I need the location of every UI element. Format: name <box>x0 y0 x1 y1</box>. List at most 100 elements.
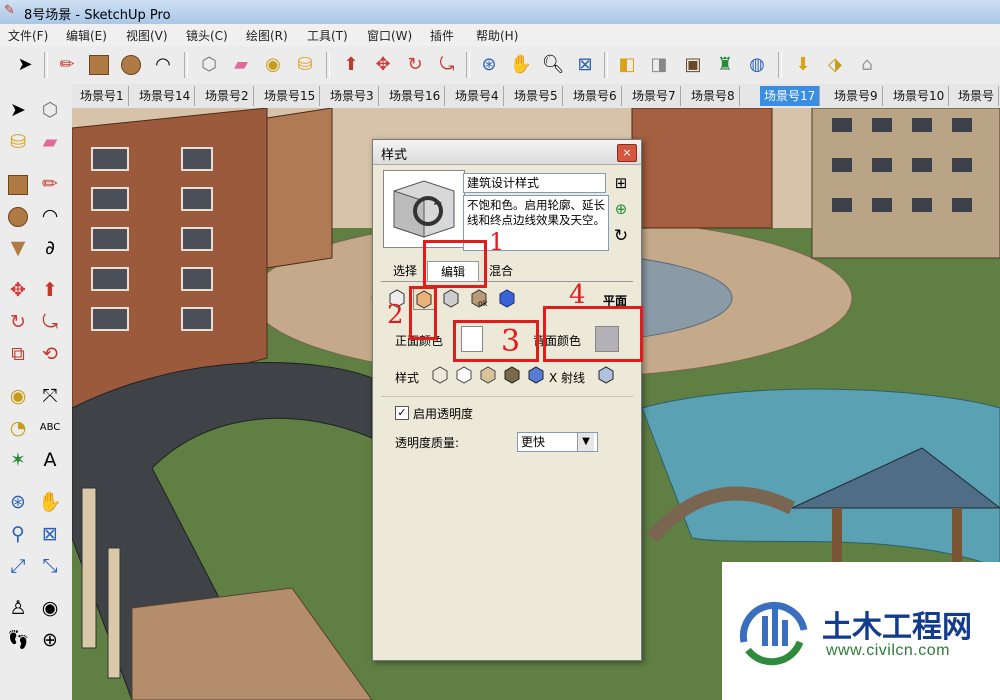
text-tool-icon[interactable]: ABC <box>36 414 64 442</box>
monochrome-style-icon[interactable] <box>527 366 545 384</box>
paint-bucket-icon[interactable]: ⛁ <box>292 52 318 78</box>
tape-measure-icon[interactable]: ◉ <box>4 382 32 410</box>
zoom-icon[interactable]: ⚲ <box>4 520 32 548</box>
make-component-icon[interactable]: ⬡ <box>196 52 222 78</box>
update-style-icon[interactable]: ⊕ <box>611 199 631 219</box>
eraser-icon[interactable]: ▰ <box>36 128 64 156</box>
background-settings-icon[interactable] <box>441 288 461 308</box>
menu-camera[interactable]: 镜头(C) <box>186 27 228 44</box>
create-style-icon[interactable]: ⊞ <box>611 173 631 193</box>
circle-tool-icon[interactable] <box>4 202 32 230</box>
chevron-down-icon[interactable]: ▼ <box>577 433 594 451</box>
3d-text-icon[interactable]: A <box>36 446 64 474</box>
pan-hand-icon[interactable]: ✋ <box>36 488 64 516</box>
scene-tab[interactable]: 场景号4 <box>451 86 504 106</box>
xray-toggle-icon[interactable] <box>597 366 615 384</box>
scale-tool-icon[interactable]: ⧉ <box>4 340 32 368</box>
pencil-line-icon[interactable]: ✏ <box>36 170 64 198</box>
scene-tab[interactable]: 场景号2 <box>201 86 254 106</box>
circle-tool-icon[interactable] <box>118 52 144 78</box>
scene-tab[interactable]: 场景号5 <box>510 86 563 106</box>
scene-tab[interactable]: 场景号3 <box>326 86 379 106</box>
protractor-icon[interactable]: ◔ <box>4 414 32 442</box>
scene-tab[interactable]: 场景号 <box>954 86 1000 106</box>
scene-tab[interactable]: 场景号10 <box>889 86 950 106</box>
position-camera-icon[interactable]: ♙ <box>4 594 32 622</box>
section-plane-icon[interactable]: ⊕ <box>36 626 64 654</box>
tape-measure-icon[interactable]: ◉ <box>260 52 286 78</box>
previous-view-icon[interactable]: ⤡ <box>36 552 64 580</box>
refresh-style-icon[interactable]: ↻ <box>611 226 631 246</box>
scene-tab[interactable]: 场景号9 <box>830 86 883 106</box>
push-pull-icon[interactable]: ⬆ <box>338 52 364 78</box>
follow-me-icon[interactable]: ⤿ <box>434 52 460 78</box>
dialog-title-bar[interactable]: 样式 × <box>373 140 641 165</box>
zoom-window-icon[interactable]: ⊠ <box>36 520 64 548</box>
menu-view[interactable]: 视图(V) <box>126 27 168 44</box>
offset-tool-icon[interactable]: ⟲ <box>36 340 64 368</box>
look-around-icon[interactable]: ◉ <box>36 594 64 622</box>
freehand-tool-icon[interactable]: ∂ <box>36 234 64 262</box>
select-tool-icon[interactable]: ➤ <box>12 52 38 78</box>
style-name-field[interactable]: 建筑设计样式 <box>463 173 606 193</box>
scene-tab[interactable]: 场景号16 <box>385 86 446 106</box>
arc-tool-icon[interactable]: ◠ <box>36 202 64 230</box>
arc-tool-icon[interactable]: ◠ <box>150 52 176 78</box>
select-tool-icon[interactable]: ➤ <box>4 96 32 124</box>
3d-warehouse-icon[interactable]: ▣ <box>680 52 706 78</box>
scene-tab[interactable]: 场景号8 <box>687 86 740 106</box>
textured-style-icon[interactable] <box>503 366 521 384</box>
move-tool-icon[interactable]: ✥ <box>4 276 32 304</box>
rotate-tool-icon[interactable]: ↻ <box>402 52 428 78</box>
scene-tab[interactable]: 场景号1 <box>76 86 129 106</box>
pan-hand-icon[interactable]: ✋ <box>508 52 534 78</box>
scene-tab[interactable]: 场景号7 <box>628 86 681 106</box>
next-view-icon[interactable]: ◨ <box>646 52 672 78</box>
pencil-line-icon[interactable]: ✏ <box>54 52 80 78</box>
zoom-extents-icon[interactable]: ⤢ <box>4 552 32 580</box>
menu-help[interactable]: 帮助(H) <box>476 27 518 44</box>
scene-tab[interactable]: 场景号15 <box>260 86 321 106</box>
push-pull-icon[interactable]: ⬆ <box>36 276 64 304</box>
scene-tab-active[interactable]: 场景号17 <box>760 86 821 106</box>
menu-plugins[interactable]: 插件 <box>430 27 454 44</box>
move-tool-icon[interactable]: ✥ <box>370 52 396 78</box>
google-earth-icon[interactable]: ◍ <box>744 52 770 78</box>
shaded-style-icon[interactable] <box>479 366 497 384</box>
share-component-icon[interactable]: ⬗ <box>822 52 848 78</box>
wireframe-style-icon[interactable] <box>431 366 449 384</box>
watermark-settings-icon[interactable]: ok <box>469 288 489 308</box>
menu-edit[interactable]: 编辑(E) <box>66 27 107 44</box>
orbit-icon[interactable]: ⊛ <box>476 52 502 78</box>
tab-select[interactable]: 选择 <box>385 261 425 281</box>
previous-view-icon[interactable]: ◧ <box>614 52 640 78</box>
rotate-tool-icon[interactable]: ↻ <box>4 308 32 336</box>
walk-tool-icon[interactable]: 👣︎ <box>4 626 32 654</box>
left-toolbar: ➤ ⬡ ⛁ ▰ ✏ ◠ ▼ ∂ ✥ ⬆ ↻ ⤿ ⧉ ⟲ ◉ ⤧ ◔ ABC ✶ … <box>0 84 73 700</box>
modeling-settings-icon[interactable] <box>497 288 517 308</box>
scene-tab[interactable]: 场景号6 <box>569 86 622 106</box>
follow-me-icon[interactable]: ⤿ <box>36 308 64 336</box>
extension-warehouse-icon[interactable]: ⌂ <box>854 52 880 78</box>
transparency-checkbox[interactable]: ✓ <box>395 406 409 420</box>
get-models-icon[interactable]: ♜ <box>712 52 738 78</box>
menu-tools[interactable]: 工具(T) <box>307 27 348 44</box>
zoom-extents-icon[interactable]: ⊠ <box>572 52 598 78</box>
make-component-icon[interactable]: ⬡ <box>36 96 64 124</box>
rectangle-tool-icon[interactable] <box>86 52 112 78</box>
scene-tab[interactable]: 场景号14 <box>135 86 196 106</box>
dimension-tool-icon[interactable]: ⤧ <box>36 382 64 410</box>
share-model-icon[interactable]: ⬇ <box>790 52 816 78</box>
axes-tool-icon[interactable]: ✶ <box>4 446 32 474</box>
rectangle-tool-icon[interactable] <box>4 170 32 198</box>
polygon-tool-icon[interactable]: ▼ <box>4 234 32 262</box>
menu-window[interactable]: 窗口(W) <box>367 27 412 44</box>
hidden-line-style-icon[interactable] <box>455 366 473 384</box>
menu-draw[interactable]: 绘图(R) <box>246 27 288 44</box>
eraser-icon[interactable]: ▰ <box>228 52 254 78</box>
dialog-close-button[interactable]: × <box>617 144 637 162</box>
menu-file[interactable]: 文件(F) <box>8 27 48 44</box>
zoom-icon[interactable]: 🔍︎ <box>540 52 566 78</box>
paint-bucket-icon[interactable]: ⛁ <box>4 128 32 156</box>
orbit-icon[interactable]: ⊛ <box>4 488 32 516</box>
